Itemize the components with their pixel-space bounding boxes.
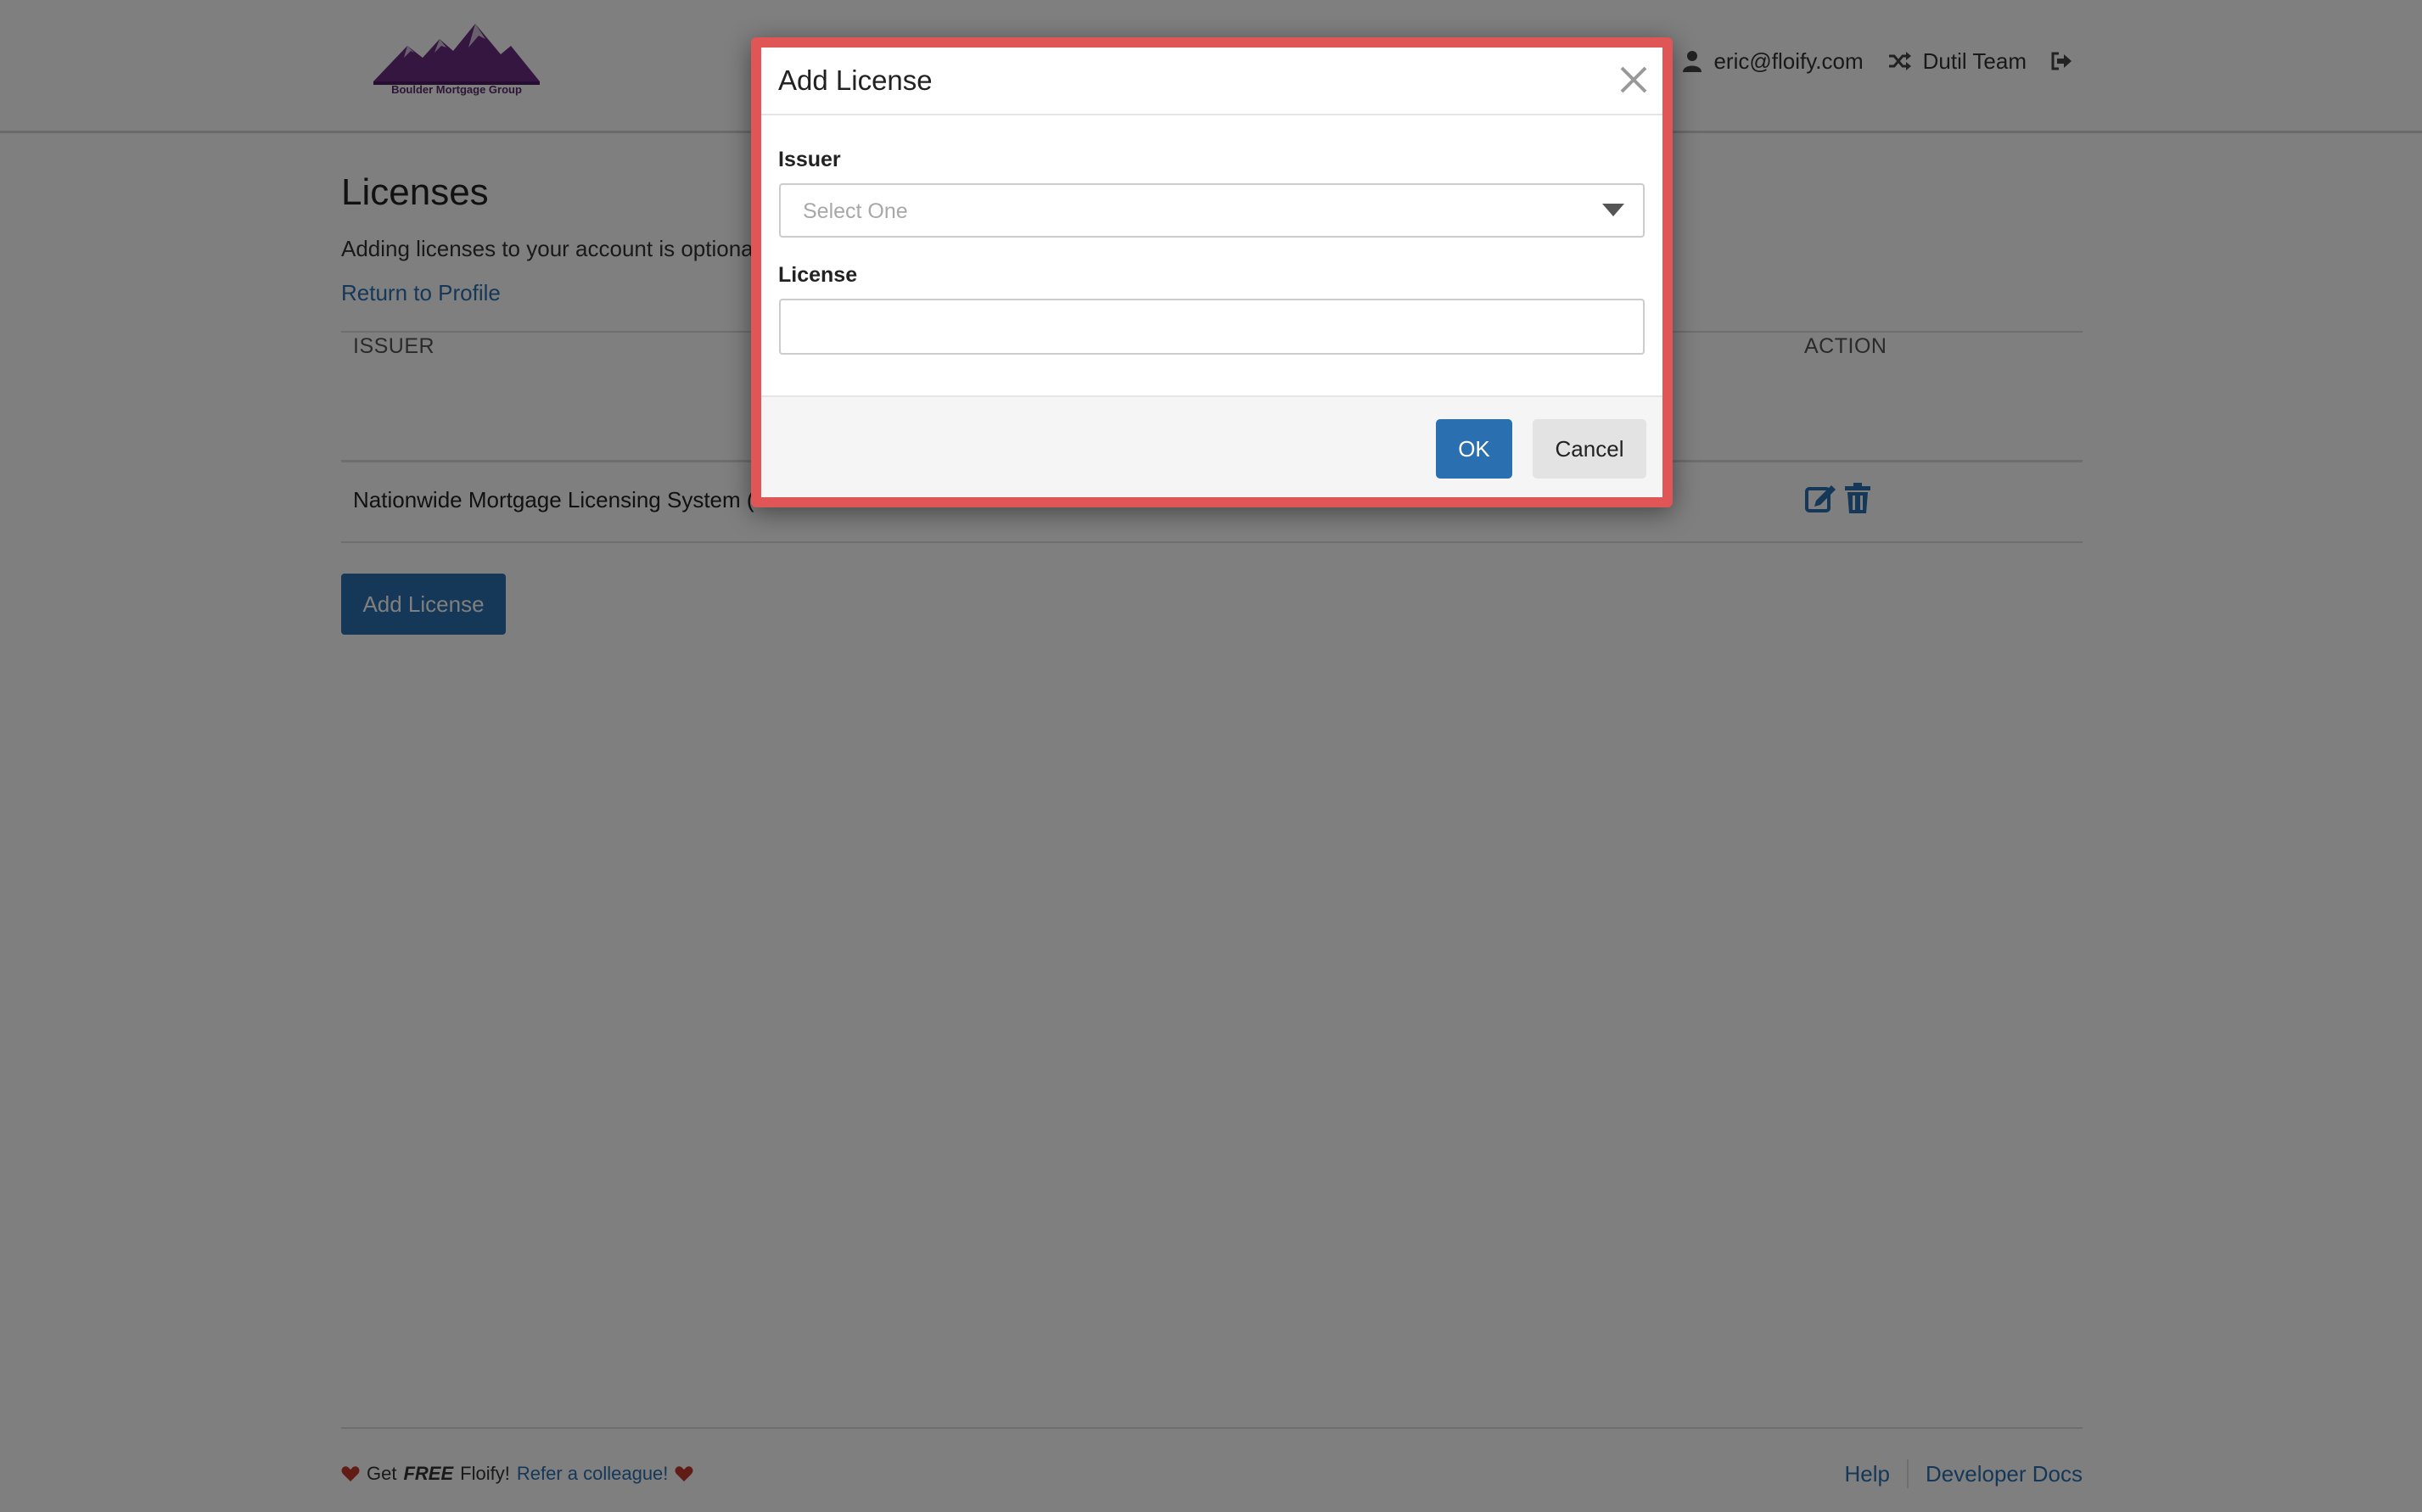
- issuer-select[interactable]: Select One: [779, 183, 1645, 238]
- cancel-button[interactable]: Cancel: [1533, 419, 1646, 479]
- issuer-label: Issuer: [778, 148, 841, 171]
- modal-highlight-frame: Add License Issuer Select One License OK…: [751, 37, 1673, 507]
- modal-footer: OK Cancel: [761, 395, 1662, 497]
- chevron-down-icon: [1602, 204, 1624, 216]
- modal-title: Add License: [778, 64, 933, 96]
- modal-header: Add License: [761, 48, 1662, 115]
- license-label: License: [778, 263, 858, 287]
- issuer-select-value: Select One: [803, 199, 908, 223]
- license-input[interactable]: [779, 299, 1645, 355]
- ok-button[interactable]: OK: [1436, 419, 1512, 479]
- close-icon[interactable]: [1615, 61, 1652, 98]
- add-license-modal: Add License Issuer Select One License OK…: [761, 48, 1662, 497]
